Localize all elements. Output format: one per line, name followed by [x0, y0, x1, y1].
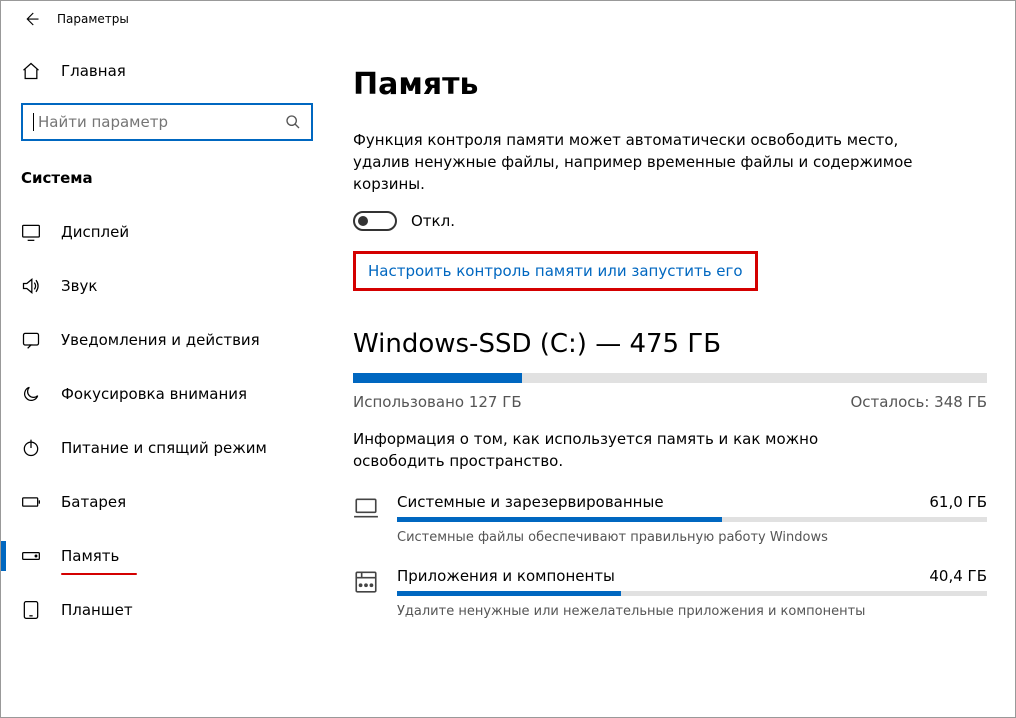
drive-usage-fill: [353, 373, 522, 383]
category-size: 61,0 ГБ: [929, 493, 987, 511]
toggle-state-label: Откл.: [411, 212, 455, 230]
remaining-label: Осталось: 348 ГБ: [851, 393, 988, 411]
text-cursor: [33, 113, 34, 131]
configure-storage-sense-link[interactable]: Настроить контроль памяти или запустить …: [368, 262, 743, 280]
nav-item-battery[interactable]: Батарея: [21, 475, 313, 529]
apps-icon: [353, 569, 379, 595]
storage-icon: [21, 546, 41, 566]
category-size: 40,4 ГБ: [929, 567, 987, 585]
nav-item-tablet[interactable]: Планшет: [21, 583, 313, 637]
drive-title: Windows-SSD (C:) — 475 ГБ: [353, 329, 987, 359]
nav-item-focus[interactable]: Фокусировка внимания: [21, 367, 313, 421]
category-name: Приложения и компоненты: [397, 567, 615, 585]
notification-icon: [21, 330, 41, 350]
display-icon: [21, 222, 41, 242]
category-system[interactable]: Системные и зарезервированные 61,0 ГБ Си…: [353, 493, 987, 545]
nav-label: Звук: [61, 277, 97, 295]
toggle-knob: [358, 216, 368, 226]
sound-icon: [21, 276, 41, 296]
titlebar: Параметры: [1, 1, 1015, 37]
search-input[interactable]: [38, 113, 285, 131]
search-box[interactable]: [21, 103, 313, 141]
nav-label: Дисплей: [61, 223, 129, 241]
nav-label: Уведомления и действия: [61, 331, 260, 349]
category-name: Системные и зарезервированные: [397, 493, 664, 511]
nav-item-sound[interactable]: Звук: [21, 259, 313, 313]
used-label: Использовано 127 ГБ: [353, 393, 522, 411]
nav-item-display[interactable]: Дисплей: [21, 205, 313, 259]
nav-label: Память: [61, 547, 119, 565]
drive-usage-bar: [353, 373, 987, 383]
battery-icon: [21, 492, 41, 512]
nav-list: Дисплей Звук Уведомления и действия Фоку…: [21, 205, 313, 637]
window-title: Параметры: [57, 12, 129, 26]
group-label-system: Система: [21, 169, 313, 187]
nav-item-notifications[interactable]: Уведомления и действия: [21, 313, 313, 367]
nav-label: Фокусировка внимания: [61, 385, 247, 403]
page-title: Память: [353, 67, 987, 102]
sidebar: Главная Система Дисплей Звук: [1, 37, 321, 717]
back-button[interactable]: [9, 10, 53, 28]
nav-item-storage[interactable]: Память: [21, 529, 313, 583]
laptop-icon: [353, 495, 379, 521]
arrow-left-icon: [22, 10, 40, 28]
nav-label: Планшет: [61, 601, 133, 619]
highlighted-link-box: Настроить контроль памяти или запустить …: [353, 251, 758, 291]
home-icon: [21, 61, 41, 81]
category-bar: [397, 517, 987, 522]
category-sub: Удалите ненужные или нежелательные прило…: [397, 604, 987, 619]
home-link[interactable]: Главная: [21, 49, 313, 93]
nav-label: Батарея: [61, 493, 126, 511]
category-bar: [397, 591, 987, 596]
nav-item-power[interactable]: Питание и спящий режим: [21, 421, 313, 475]
drive-description: Информация о том, как используется памят…: [353, 429, 913, 473]
storage-sense-toggle[interactable]: [353, 211, 397, 231]
storage-sense-description: Функция контроля памяти может автоматиче…: [353, 130, 913, 195]
power-icon: [21, 438, 41, 458]
home-label: Главная: [61, 62, 126, 80]
tablet-icon: [21, 600, 41, 620]
search-icon: [285, 114, 301, 130]
category-apps[interactable]: Приложения и компоненты 40,4 ГБ Удалите …: [353, 567, 987, 619]
moon-icon: [21, 384, 41, 404]
category-sub: Системные файлы обеспечивают правильную …: [397, 530, 987, 545]
content-area: Память Функция контроля памяти может авт…: [321, 37, 1015, 717]
nav-label: Питание и спящий режим: [61, 439, 267, 457]
